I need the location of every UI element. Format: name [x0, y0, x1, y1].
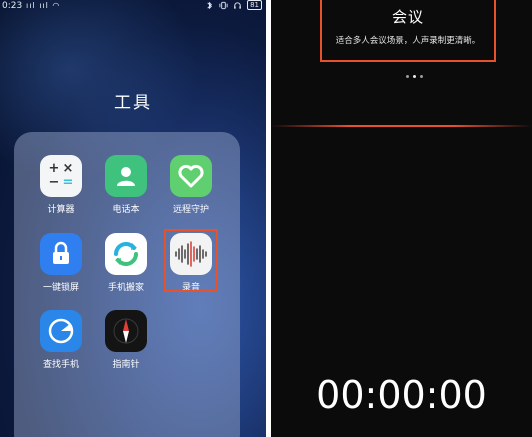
vibrate-icon	[219, 1, 228, 9]
calculator-icon: + × − =	[40, 155, 82, 197]
app-remote-guard[interactable]: 远程守护	[161, 155, 221, 215]
app-compass[interactable]: 指南针	[96, 310, 156, 370]
home-screen-tools-folder: 0:23 ııl ııl ◠ 81 工具 + × − = 计算器 电话本 远程守…	[0, 0, 266, 437]
find-phone-icon	[40, 310, 82, 352]
app-label: 指南针	[112, 360, 140, 370]
app-label: 远程守护	[172, 205, 209, 215]
app-label: 一键锁屏	[42, 283, 79, 293]
recorder-highlight-box	[164, 229, 218, 292]
heart-shield-icon	[170, 155, 212, 197]
lock-icon	[40, 233, 82, 275]
recording-timer: 00:00:00	[316, 373, 487, 417]
recording-mode-title[interactable]: 会议	[320, 6, 496, 27]
mode-page-indicator[interactable]	[406, 75, 423, 78]
recording-mode-description: 适合多人会议场景，人声录制更清晰。	[335, 36, 481, 46]
app-phone-clone[interactable]: 手机搬家	[96, 233, 156, 293]
minus-glyph: −	[48, 175, 60, 190]
phone-clone-icon	[105, 233, 147, 275]
bluetooth-icon	[207, 1, 213, 9]
app-calculator[interactable]: + × − = 计算器	[31, 155, 91, 215]
app-one-key-lock[interactable]: 一键锁屏	[31, 233, 91, 293]
page-dot	[406, 75, 409, 78]
waveform-baseline	[271, 125, 532, 127]
status-time: 0:23	[2, 1, 23, 11]
signal-wifi-icons: ııl ııl ◠	[26, 1, 61, 10]
app-label: 计算器	[47, 205, 75, 215]
app-label: 手机搬家	[107, 283, 144, 293]
equals-glyph: =	[62, 175, 74, 190]
compass-icon	[105, 310, 147, 352]
app-label: 电话本	[112, 205, 140, 215]
app-find-phone[interactable]: 查找手机	[31, 310, 91, 370]
status-right-icons: 81	[205, 0, 262, 10]
plus-glyph: +	[48, 161, 60, 176]
app-contacts[interactable]: 电话本	[96, 155, 156, 215]
page-dot	[420, 75, 423, 78]
battery-level: 81	[247, 0, 262, 10]
app-label: 查找手机	[42, 360, 79, 370]
headset-icon	[234, 1, 241, 9]
page-dot-active	[413, 75, 416, 78]
contacts-icon	[105, 155, 147, 197]
folder-title: 工具	[114, 93, 152, 113]
status-bar: 0:23 ııl ııl ◠ 81	[0, 0, 266, 14]
recorder-screen: 会议 适合多人会议场景，人声录制更清晰。 00:00:00	[271, 0, 532, 437]
times-glyph: ×	[62, 161, 74, 176]
